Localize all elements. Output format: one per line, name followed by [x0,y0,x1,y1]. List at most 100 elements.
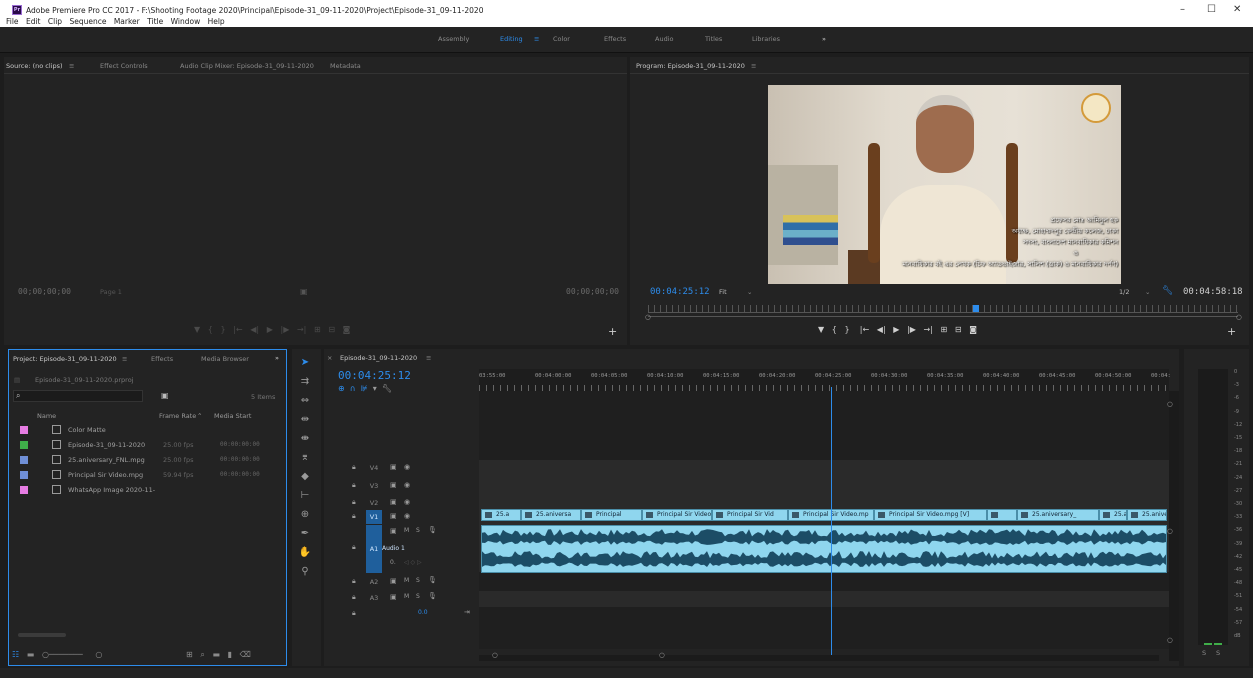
track-target[interactable]: V3 [366,479,382,493]
tab-sequence-menu-icon[interactable]: ≡ [426,354,431,362]
program-add-button[interactable]: + [1227,325,1236,338]
source-settings-icon[interactable]: ▣ [300,287,308,296]
menu-sequence[interactable]: Sequence [69,17,106,26]
microphone-icon[interactable]: 🎙︎ [428,576,437,584]
tab-project[interactable]: Project: Episode-31_09-11-2020 [13,355,117,363]
menu-window[interactable]: Window [171,17,201,26]
rate-stretch-tool-icon[interactable]: ⇼ [297,433,313,449]
list-item[interactable]: Principal Sir Video.mpg 59.94 fps 00:00:00… [14,468,276,482]
list-item[interactable]: 25.aniversary_FNL.mpg 25.00 fps 00:00:00:0… [14,453,276,467]
mute-button[interactable]: M [404,527,409,534]
new-search-bin-icon[interactable]: ▣ [161,391,169,400]
microphone-icon[interactable]: 🎙︎ [428,592,437,600]
timeline-ruler[interactable]: 03:55:00 00:04:00:00 00:04:05:00 00:04:10:0… [479,369,1171,391]
chevron-down-icon[interactable]: ⌄ [747,288,752,296]
source-add-button[interactable]: + [608,325,617,338]
program-title[interactable]: Program: Episode-31_09-11-2020 [636,62,745,70]
razor-tool-icon[interactable]: ⌆ [297,452,313,468]
menu-title[interactable]: Title [147,17,163,26]
tab-effect-controls[interactable]: Effect Controls [100,62,148,70]
label-color-swatch[interactable] [20,441,28,449]
tab-source[interactable]: Source: (no clips) [6,62,63,70]
slide-tool-icon[interactable]: ⊕ [297,509,313,525]
list-item[interactable]: WhatsApp Image 2020-11- [14,483,276,497]
program-playhead[interactable] [972,305,979,312]
tab-project-menu-icon[interactable]: ≡ [122,355,127,363]
mute-button[interactable]: M [404,577,409,584]
program-fit-select[interactable]: Fit [719,288,727,296]
zoom-handle-left[interactable]: ○ [645,313,651,321]
video-clip[interactable]: Principal Sir Vid [712,509,788,521]
slip-tool-icon[interactable]: ⊢ [297,490,313,506]
panel-more-icon[interactable]: » [275,354,279,362]
program-zoom-bar[interactable] [648,316,1238,317]
sync-lock-icon[interactable]: ▣ [390,593,397,601]
audio-clip-a1[interactable] [481,525,1167,573]
video-clip[interactable]: 25.aniversary_ [1017,509,1099,521]
minimize-button[interactable]: – [1180,4,1185,15]
project-footer-actions[interactable]: ⊞ ⌕ ▬ ▮ ⌫ [186,650,251,660]
workspace-color[interactable]: Color [553,35,570,43]
go-to-end-icon[interactable]: ⇥ [464,608,470,616]
zoom-tool-icon[interactable]: ⚲ [297,566,313,582]
lock-icon[interactable]: 🔒︎ [352,609,356,618]
track-target[interactable]: V1 [366,510,382,524]
tab-sequence[interactable]: Episode-31_09-11-2020 [340,354,417,362]
track-target[interactable]: A2 [366,575,382,589]
eye-icon[interactable]: ◉ [404,512,410,520]
hscroll-handle-left[interactable]: ○ [492,651,498,659]
workspace-menu-icon[interactable]: ≡ [534,35,539,43]
timeline-snap-controls[interactable]: ⊕ ∩ ⊯ ▾ 🔧︎ [338,384,392,393]
meter-solo-left[interactable]: S [1202,649,1206,657]
source-transport-controls[interactable]: ▼ { } |← ◀| ▶ |▶ →| ⊞ ⊟ ◙ [194,325,350,334]
tab-source-menu-icon[interactable]: ≡ [69,62,74,70]
project-search-input[interactable] [13,390,143,402]
video-clip[interactable]: 25.a [481,509,521,521]
workspace-titles[interactable]: Titles [705,35,722,43]
lock-icon[interactable]: 🔒︎ [352,512,356,521]
video-clip[interactable] [987,509,1017,521]
track-target[interactable]: A3 [366,591,382,605]
sync-lock-icon[interactable]: ▣ [390,498,397,506]
sync-lock-icon[interactable]: ▣ [390,577,397,585]
workspace-libraries[interactable]: Libraries [752,35,780,43]
track-select-tool-icon[interactable]: ⇉ [297,376,313,392]
menu-clip[interactable]: Clip [48,17,62,26]
timeline-close-icon[interactable]: × [327,354,332,362]
lock-icon[interactable]: 🔒︎ [352,593,356,602]
label-color-swatch[interactable] [20,456,28,464]
lock-icon[interactable]: 🔒︎ [352,481,356,490]
video-clip[interactable]: Principal Sir Video. [642,509,712,521]
video-clip[interactable]: Principal [581,509,642,521]
tab-audio-clip-mixer[interactable]: Audio Clip Mixer: Episode-31_09-11-2020 [180,62,314,70]
microphone-icon[interactable]: 🎙︎ [428,526,437,534]
keyframe-nav-icon[interactable]: ◁ ◇ ▷ [404,559,422,566]
chevron-down-icon[interactable]: ⌄ [1145,288,1150,296]
eye-icon[interactable]: ◉ [404,498,410,506]
lock-icon[interactable]: 🔒︎ [352,463,356,472]
vscroll-handle-bottom[interactable]: ○ [1167,636,1173,644]
zoom-handle-right[interactable]: ○ [1236,313,1242,321]
sync-lock-icon[interactable]: ▣ [390,463,397,471]
workspace-assembly[interactable]: Assembly [438,35,469,43]
vscroll-handle-top[interactable]: ○ [1167,400,1173,408]
workspace-audio[interactable]: Audio [655,35,673,43]
program-timecode[interactable]: 00:04:25:12 [650,287,710,297]
master-volume[interactable]: 0.0 [418,609,428,616]
timeline-vertical-scrollbar[interactable] [1169,391,1179,661]
solo-button[interactable]: S [416,593,420,600]
lock-icon[interactable]: 🔒︎ [352,498,356,507]
menu-file[interactable]: File [6,17,19,26]
menu-marker[interactable]: Marker [114,17,140,26]
tab-metadata[interactable]: Metadata [330,62,361,70]
selection-tool-icon[interactable]: ➤ [297,357,313,373]
menu-help[interactable]: Help [208,17,225,26]
video-clip[interactable]: Principal Sir Video.mpg [V] [874,509,987,521]
eye-icon[interactable]: ◉ [404,463,410,471]
label-color-swatch[interactable] [20,426,28,434]
source-page-label[interactable]: Page 1 [100,288,122,296]
sync-lock-icon[interactable]: ▣ [390,512,397,520]
label-color-swatch[interactable] [20,471,28,479]
program-menu-icon[interactable]: ≡ [751,62,756,70]
wrench-icon[interactable]: 🔧︎ [1162,286,1173,296]
